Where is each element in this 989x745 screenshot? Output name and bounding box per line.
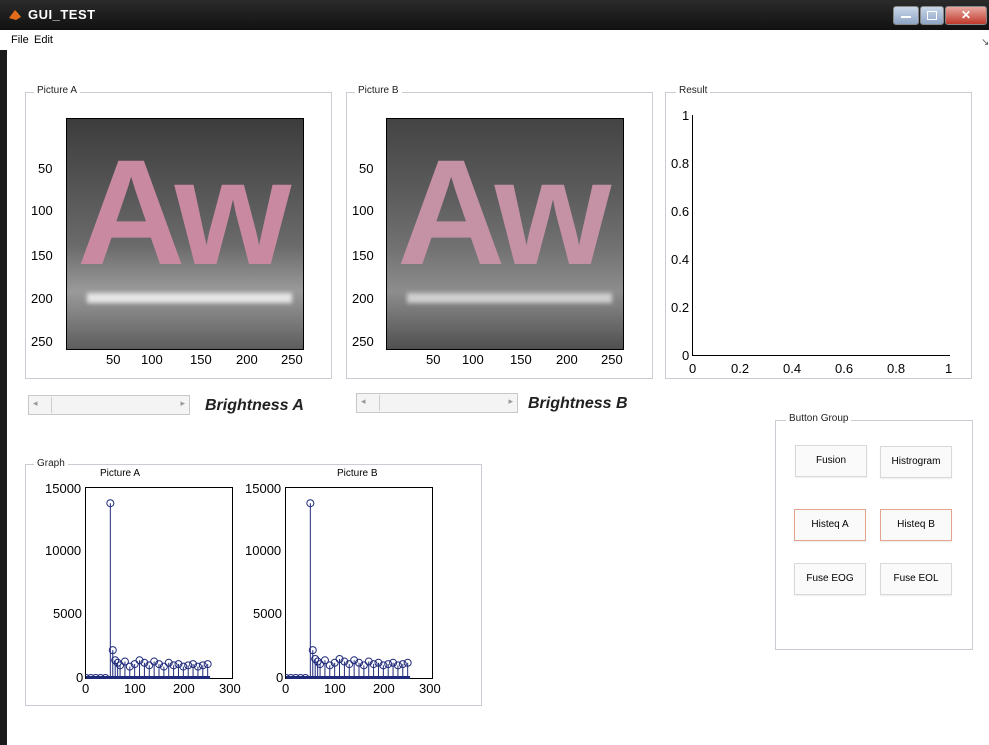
- result-x-axis: [692, 355, 950, 356]
- result-ytick: 0.6: [671, 204, 690, 219]
- slider-right-arrow-icon[interactable]: ▸: [180, 398, 185, 409]
- hb-ytick: 5000: [253, 606, 282, 621]
- picture-b-panel-title: Picture B: [355, 85, 402, 96]
- pb-xtick: 200: [556, 352, 578, 367]
- pa-xtick: 50: [106, 352, 121, 367]
- pb-ytick: 100: [352, 203, 374, 218]
- ha-ytick: 5000: [53, 606, 82, 621]
- result-panel: [665, 92, 972, 379]
- matlab-icon: [8, 8, 22, 22]
- close-button[interactable]: ✕: [945, 6, 987, 25]
- histeq-a-button[interactable]: Histeq A: [794, 509, 866, 541]
- brightness-b-label: Brightness B: [528, 395, 628, 412]
- picture-a-image: Aw: [66, 118, 304, 350]
- picture-b-image: Aw: [386, 118, 624, 350]
- pa-ytick: 50: [38, 161, 53, 176]
- result-ytick: 1: [682, 108, 690, 123]
- pa-xtick: 200: [236, 352, 258, 367]
- hb-xtick: 300: [419, 681, 441, 696]
- pa-ytick: 250: [31, 334, 53, 349]
- pb-ytick: 50: [359, 161, 374, 176]
- result-xtick: 0.4: [783, 361, 802, 376]
- maximize-icon: [927, 11, 937, 20]
- pa-ytick: 150: [31, 248, 53, 263]
- ha-xtick: 200: [173, 681, 195, 696]
- result-ytick: 0.2: [671, 300, 690, 315]
- fuse-eol-button[interactable]: Fuse EOL: [880, 563, 952, 595]
- hb-xtick: 100: [324, 681, 346, 696]
- pb-ytick: 150: [352, 248, 374, 263]
- histeq-b-button[interactable]: Histeq B: [880, 509, 952, 541]
- maximize-button[interactable]: [920, 6, 944, 25]
- menu-bar: [0, 30, 989, 50]
- button-group-title: Button Group: [786, 413, 852, 424]
- slider-left-arrow-icon[interactable]: ◂: [33, 398, 38, 409]
- pa-ytick: 100: [31, 203, 53, 218]
- ha-xtick: 100: [124, 681, 146, 696]
- result-xtick: 0.8: [887, 361, 906, 376]
- picture-b-letters: Aw: [397, 128, 611, 296]
- pin-icon[interactable]: ↘: [981, 37, 989, 48]
- minimize-icon: [901, 16, 911, 18]
- menu-file[interactable]: File: [11, 34, 29, 46]
- pb-ytick: 200: [352, 291, 374, 306]
- picture-a-letters: Aw: [77, 128, 291, 296]
- result-xtick: 1: [945, 361, 953, 376]
- histogram-b-title: Picture B: [337, 468, 378, 479]
- picture-b-highlight: [407, 293, 612, 303]
- fusion-button[interactable]: Fusion: [795, 445, 867, 477]
- histogram-a-title: Picture A: [100, 468, 141, 479]
- pa-xtick: 250: [281, 352, 303, 367]
- histrogram-button[interactable]: Histrogram: [880, 446, 952, 478]
- hb-ytick: 10000: [245, 543, 282, 558]
- hb-xtick: 0: [282, 681, 290, 696]
- plot-frame: [285, 487, 433, 679]
- pb-xtick: 250: [601, 352, 623, 367]
- pa-ytick: 200: [31, 291, 53, 306]
- pb-xtick: 50: [426, 352, 441, 367]
- result-panel-title: Result: [676, 85, 711, 96]
- window-left-border: [0, 50, 7, 745]
- pb-ytick: 250: [352, 334, 374, 349]
- hb-xtick: 200: [373, 681, 395, 696]
- pa-xtick: 150: [190, 352, 212, 367]
- ha-xtick: 0: [82, 681, 90, 696]
- histogram-b-plot: [285, 487, 433, 679]
- result-xtick: 0: [689, 361, 697, 376]
- window-title: GUI_TEST: [28, 7, 96, 22]
- title-bar: [0, 0, 989, 30]
- pb-xtick: 150: [510, 352, 532, 367]
- plot-frame: [85, 487, 233, 679]
- result-ytick: 0.4: [671, 252, 690, 267]
- result-ytick: 0.8: [671, 156, 690, 171]
- pa-xtick: 100: [141, 352, 163, 367]
- hb-ytick: 15000: [245, 481, 282, 496]
- result-xtick: 0.6: [835, 361, 854, 376]
- graph-panel-title: Graph: [34, 458, 68, 469]
- minimize-button[interactable]: [893, 6, 919, 25]
- picture-a-highlight: [87, 293, 292, 303]
- slider-right-arrow-icon[interactable]: ▸: [508, 396, 513, 407]
- pb-xtick: 100: [462, 352, 484, 367]
- brightness-a-label: Brightness A: [205, 397, 304, 414]
- picture-a-panel-title: Picture A: [34, 85, 81, 96]
- histogram-a-plot: [85, 487, 233, 679]
- fuse-eog-button[interactable]: Fuse EOG: [794, 563, 866, 595]
- brightness-b-slider[interactable]: ◂ ▸: [356, 393, 518, 413]
- menu-edit[interactable]: Edit: [34, 34, 53, 46]
- slider-thumb[interactable]: [379, 395, 380, 411]
- close-icon: ✕: [961, 8, 972, 22]
- ha-ytick: 15000: [45, 481, 82, 496]
- result-xtick: 0.2: [731, 361, 750, 376]
- slider-left-arrow-icon[interactable]: ◂: [361, 396, 366, 407]
- brightness-a-slider[interactable]: ◂ ▸: [28, 395, 190, 415]
- result-y-axis: [692, 115, 693, 355]
- slider-thumb[interactable]: [51, 397, 52, 413]
- ha-ytick: 10000: [45, 543, 82, 558]
- ha-xtick: 300: [219, 681, 241, 696]
